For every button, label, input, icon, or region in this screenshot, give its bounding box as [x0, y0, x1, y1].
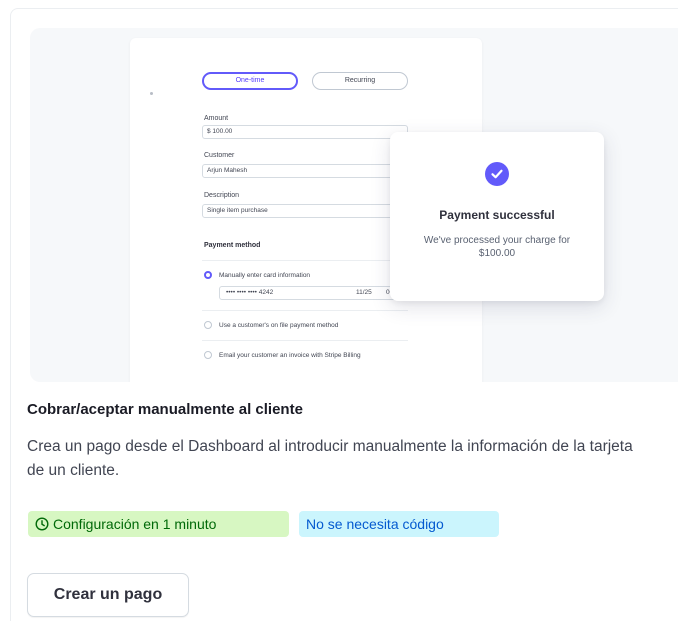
payment-success-popup: Payment successful We've processed your … [390, 132, 604, 301]
divider [202, 310, 408, 311]
radio-manual-card-label: Manually enter card information [219, 272, 311, 279]
amount-label: Amount [204, 115, 229, 122]
card-description: Crea un pago desde el Dashboard al intro… [27, 438, 633, 479]
payment-method-heading: Payment method [204, 242, 261, 249]
clock-icon [35, 513, 49, 539]
radio-invoice-label: Email your customer an invoice with Stri… [219, 352, 361, 359]
card-number-field: •••• •••• •••• 4242 11/25 00 [219, 286, 409, 300]
divider [202, 260, 408, 261]
popup-title: Payment successful [439, 208, 555, 222]
radio-manual-card [204, 271, 212, 279]
divider [202, 340, 408, 341]
toggle-one-time: One-time [202, 72, 298, 90]
no-code-badge: No se necesita código [299, 511, 499, 537]
create-payment-button[interactable]: Crear un pago [27, 573, 189, 617]
description-field: Single item purchase [202, 204, 408, 218]
description-label: Description [204, 192, 240, 199]
setup-time-badge: Configuración en 1 minuto [28, 511, 289, 537]
popup-message: We've processed your charge for $100.00 [423, 235, 571, 259]
card-number: •••• •••• •••• 4242 [226, 289, 274, 296]
amount-field: $ 100.00 [202, 125, 408, 139]
radio-invoice [204, 351, 212, 359]
decorative-dot [150, 92, 153, 95]
customer-field: Arjun Mahesh [202, 164, 408, 178]
toggle-recurring: Recurring [312, 72, 408, 90]
radio-on-file-label: Use a customer's on file payment method [219, 322, 339, 329]
radio-on-file [204, 321, 212, 329]
setup-time-label: Configuración en 1 minuto [53, 516, 217, 532]
card-expiry: 11/25 [356, 289, 372, 296]
customer-label: Customer [204, 152, 235, 159]
check-circle-icon [485, 162, 509, 186]
card-title: Cobrar/aceptar manualmente al cliente [27, 401, 303, 418]
